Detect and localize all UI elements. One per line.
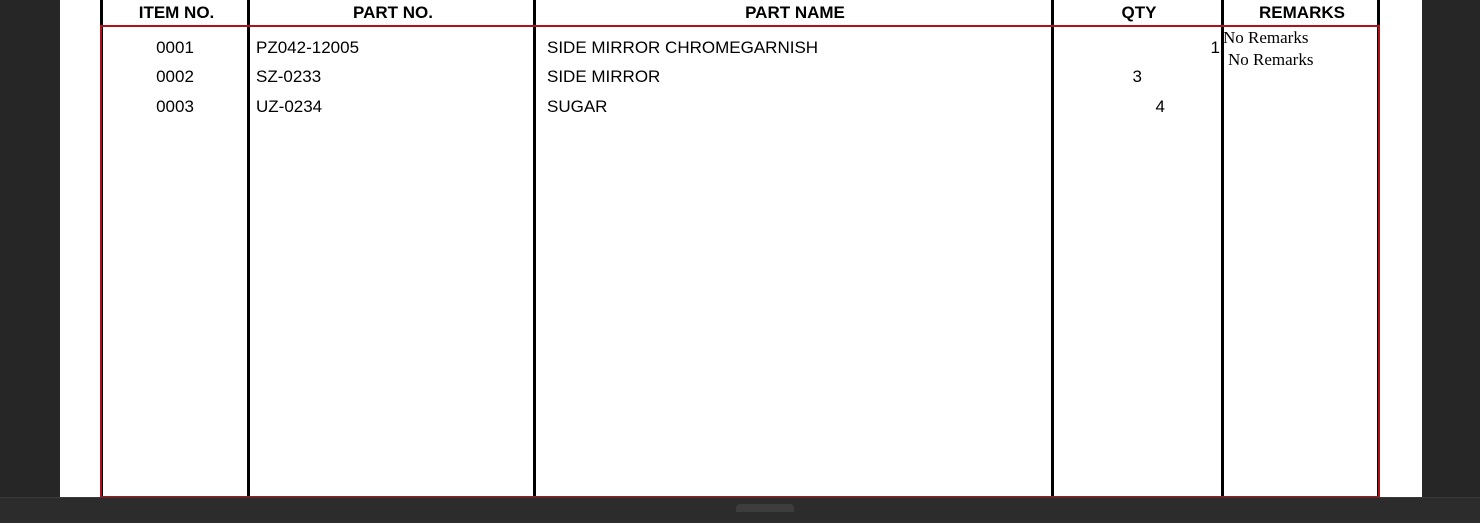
table-body-selection[interactable]: [100, 25, 1380, 498]
table-cell-qty: 1: [1210, 38, 1220, 57]
table-cell-remarks: No Remarks: [1228, 50, 1314, 69]
table-cell-item-no: 0003: [156, 97, 194, 116]
table-cell-part-no: SZ-0233: [256, 67, 322, 86]
header-part-name: PART NAME: [745, 3, 845, 22]
header-qty: QTY: [1121, 3, 1157, 22]
table-cell-part-name: SIDE MIRROR CHROMEGARNISH: [547, 38, 819, 57]
table-cell-part-no: PZ042-12005: [256, 38, 360, 57]
document-page: ITEM NO. PART NO. PART NAME QTY REMARKS …: [60, 0, 1422, 498]
table-cell-qty: 3: [1132, 67, 1142, 86]
table-cell-item-no: 0002: [156, 67, 194, 86]
table-cell-item-no: 0001: [156, 38, 194, 57]
document-viewer: ITEM NO. PART NO. PART NAME QTY REMARKS …: [0, 0, 1480, 523]
table-cell-part-no: UZ-0234: [256, 97, 323, 116]
table-header: ITEM NO. PART NO. PART NAME QTY REMARKS: [100, 0, 1380, 26]
table-cell-part-name: SUGAR: [547, 97, 608, 116]
header-item-no: ITEM NO.: [138, 3, 215, 22]
table-cell-remarks: No Remarks: [1223, 28, 1309, 47]
table-cell-part-name: SIDE MIRROR: [547, 67, 661, 86]
header-part-no: PART NO.: [353, 3, 433, 22]
page-scroll-handle[interactable]: [736, 504, 794, 512]
table-cell-qty: 4: [1155, 97, 1165, 116]
header-remarks: REMARKS: [1259, 3, 1345, 22]
